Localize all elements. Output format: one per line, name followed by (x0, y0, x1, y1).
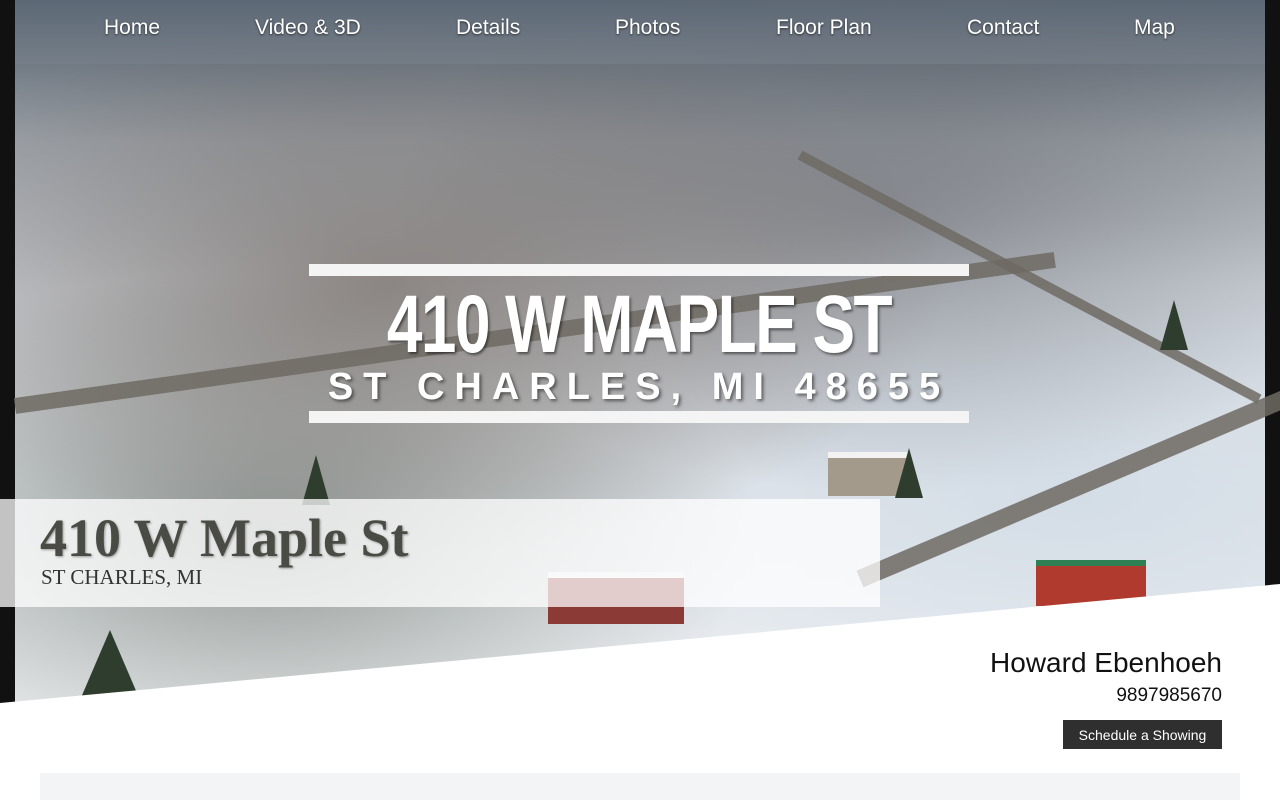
photo-house (1036, 560, 1146, 606)
photo-tree (302, 455, 330, 505)
schedule-showing-button[interactable]: Schedule a Showing (1063, 720, 1222, 749)
nav-details[interactable]: Details (456, 16, 520, 40)
nav-home[interactable]: Home (104, 16, 160, 40)
banner-subtitle: ST CHARLES, MI 48655 (327, 366, 951, 408)
nav-floor-plan[interactable]: Floor Plan (776, 16, 872, 40)
top-navigation: Home Video & 3D Details Photos Floor Pla… (15, 0, 1265, 64)
banner-bottom-bar (309, 411, 969, 423)
nav-map[interactable]: Map (1134, 16, 1175, 40)
banner-top-bar (309, 264, 969, 276)
address-street: 410 W Maple St (40, 508, 409, 568)
photo-tree (1160, 300, 1188, 350)
nav-photos[interactable]: Photos (615, 16, 680, 40)
address-city: ST CHARLES, MI (41, 565, 203, 589)
agent-phone[interactable]: 9897985670 (1116, 685, 1222, 707)
photo-tree (895, 448, 923, 498)
photo-tree (80, 630, 140, 700)
nav-contact[interactable]: Contact (967, 16, 1039, 40)
hero-section: 410 W MAPLE ST ST CHARLES, MI 48655 410 … (0, 0, 1280, 710)
content-panel (40, 773, 1240, 800)
nav-video-3d[interactable]: Video & 3D (255, 16, 361, 40)
banner-title: 410 W MAPLE ST (386, 279, 893, 370)
agent-name: Howard Ebenhoeh (990, 647, 1222, 678)
address-overlay: 410 W Maple St ST CHARLES, MI (0, 499, 880, 607)
